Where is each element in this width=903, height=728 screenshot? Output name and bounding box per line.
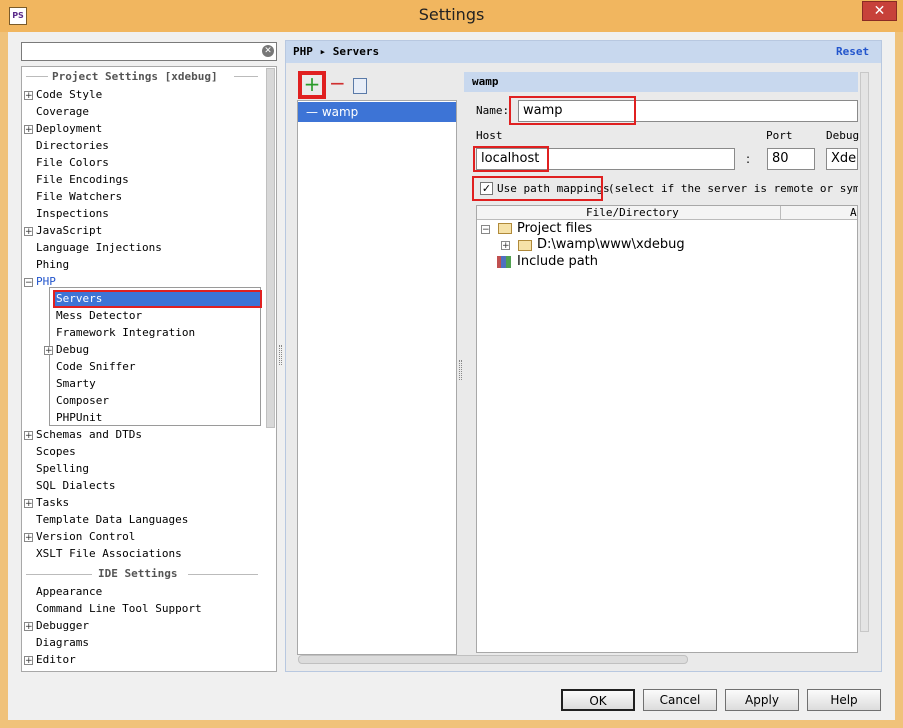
- tree-item-template-data-languages[interactable]: Template Data Languages: [36, 512, 188, 528]
- tree-item-deployment[interactable]: Deployment: [36, 121, 102, 137]
- tree-item-tasks[interactable]: Tasks: [36, 495, 69, 511]
- copy-server-icon[interactable]: [353, 78, 367, 94]
- expand-node-icon[interactable]: +: [24, 227, 33, 237]
- tree-item-file-encodings[interactable]: File Encodings: [36, 172, 129, 188]
- host-label: Host: [476, 129, 503, 142]
- tree-item-appearance[interactable]: Appearance: [36, 584, 102, 600]
- section-divider: [234, 76, 258, 77]
- tree-item-servers[interactable]: Servers: [56, 291, 102, 307]
- expand-path-icon[interactable]: +: [501, 241, 510, 251]
- breadcrumb-leaf: Servers: [332, 45, 380, 58]
- tree-item-command-line-tool-support[interactable]: Command Line Tool Support: [36, 601, 202, 617]
- tree-item-code-sniffer[interactable]: Code Sniffer: [56, 359, 135, 375]
- tree-item-spelling[interactable]: Spelling: [36, 461, 89, 477]
- project-files-node[interactable]: Project files: [517, 221, 592, 236]
- port-input[interactable]: 80: [767, 148, 815, 170]
- tree-item-code-style[interactable]: Code Style: [36, 87, 102, 103]
- tree-item-diagrams[interactable]: Diagrams: [36, 635, 89, 651]
- include-path-node[interactable]: Include path: [517, 254, 598, 269]
- mappings-highlight-box: [472, 176, 603, 201]
- tree-item-composer[interactable]: Composer: [56, 393, 109, 409]
- path-mappings-hint: (select if the server is remote or symli…: [608, 182, 858, 195]
- breadcrumb-separator-icon: ▸: [319, 45, 327, 58]
- tree-item-phpunit[interactable]: PHPUnit: [56, 410, 102, 426]
- path-mappings-table: [476, 205, 858, 653]
- server-list-item[interactable]: — wamp: [298, 102, 456, 122]
- section-divider: [188, 574, 258, 575]
- breadcrumb: PHP ▸ Servers: [293, 45, 379, 58]
- reset-link[interactable]: Reset: [836, 45, 869, 58]
- expand-node-icon[interactable]: +: [24, 656, 33, 666]
- window-title: Settings: [418, 5, 485, 24]
- ide-settings-header: IDE Settings: [98, 567, 178, 580]
- horizontal-scrollbar[interactable]: [298, 655, 688, 664]
- section-divider: [26, 574, 92, 575]
- close-button[interactable]: ✕: [862, 1, 897, 21]
- expand-node-icon[interactable]: +: [24, 431, 33, 441]
- expand-node-icon[interactable]: +: [24, 622, 33, 632]
- settings-search-input[interactable]: [21, 42, 277, 61]
- folder-icon: [498, 223, 512, 234]
- folder-icon: [518, 240, 532, 251]
- tree-item-editor[interactable]: Editor: [36, 652, 76, 668]
- server-detail-title: wamp: [464, 72, 858, 92]
- tree-item-xslt-file-associations[interactable]: XSLT File Associations: [36, 546, 182, 562]
- library-icon: [497, 256, 511, 268]
- project-path-node[interactable]: D:\wamp\www\xdebug: [537, 237, 685, 252]
- clear-search-icon[interactable]: ✕: [262, 45, 274, 57]
- column-divider: [780, 206, 781, 220]
- cancel-button[interactable]: Cancel: [643, 689, 717, 711]
- column-header-absolute[interactable]: A: [850, 206, 857, 220]
- debugger-label: Debug: [826, 129, 860, 142]
- section-divider: [26, 76, 48, 77]
- tree-item-framework-integration[interactable]: Framework Integration: [56, 325, 195, 341]
- splitter-handle[interactable]: [459, 360, 462, 380]
- name-label: Name:: [476, 104, 510, 117]
- expand-node-icon[interactable]: +: [24, 91, 33, 101]
- tree-item-javascript[interactable]: JavaScript: [36, 223, 102, 239]
- collapse-project-files-icon[interactable]: −: [481, 225, 490, 235]
- tree-item-mess-detector[interactable]: Mess Detector: [56, 308, 142, 324]
- tree-item-directories[interactable]: Directories: [36, 138, 109, 154]
- collapse-node-icon[interactable]: −: [24, 278, 33, 288]
- port-label: Port: [766, 129, 793, 142]
- apply-button[interactable]: Apply: [725, 689, 799, 711]
- tree-item-coverage[interactable]: Coverage: [36, 104, 89, 120]
- expand-node-icon[interactable]: +: [24, 533, 33, 543]
- tree-item-scopes[interactable]: Scopes: [36, 444, 76, 460]
- tree-item-file-colors[interactable]: File Colors: [36, 155, 109, 171]
- debugger-select[interactable]: Xdeb: [826, 148, 858, 170]
- splitter-handle[interactable]: [279, 345, 282, 365]
- tree-item-language-injections[interactable]: Language Injections: [36, 240, 162, 256]
- tree-item-debugger[interactable]: Debugger: [36, 618, 89, 634]
- ok-button[interactable]: OK: [561, 689, 635, 711]
- tree-item-debug[interactable]: Debug: [56, 342, 89, 358]
- tree-scrollbar[interactable]: [266, 68, 275, 428]
- tree-item-sql-dialects[interactable]: SQL Dialects: [36, 478, 115, 494]
- host-port-separator: :: [746, 152, 751, 166]
- expand-node-icon[interactable]: +: [44, 346, 53, 356]
- help-button[interactable]: Help: [807, 689, 881, 711]
- expand-node-icon[interactable]: +: [24, 125, 33, 135]
- add-highlight-box: [298, 71, 326, 99]
- expand-node-icon[interactable]: +: [24, 499, 33, 509]
- project-settings-header: Project Settings [xdebug]: [52, 70, 218, 83]
- tree-item-smarty[interactable]: Smarty: [56, 376, 96, 392]
- tree-item-phing[interactable]: Phing: [36, 257, 69, 273]
- detail-vertical-scrollbar[interactable]: [860, 72, 869, 632]
- tree-item-inspections[interactable]: Inspections: [36, 206, 109, 222]
- host-highlight-box: [473, 146, 549, 172]
- breadcrumb-root: PHP: [293, 45, 313, 58]
- server-list: [297, 100, 457, 655]
- column-header-file-directory[interactable]: File/Directory: [586, 206, 679, 220]
- tree-item-version-control[interactable]: Version Control: [36, 529, 135, 545]
- name-highlight-box: [509, 96, 636, 125]
- tree-item-file-watchers[interactable]: File Watchers: [36, 189, 122, 205]
- tree-item-schemas-and-dtds[interactable]: Schemas and DTDs: [36, 427, 142, 443]
- remove-server-button[interactable]: −: [329, 73, 346, 93]
